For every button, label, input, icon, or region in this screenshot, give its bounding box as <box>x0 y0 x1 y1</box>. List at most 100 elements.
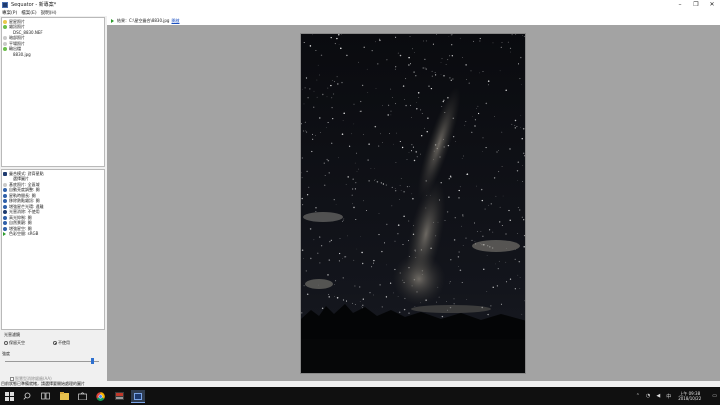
windows-start-icon[interactable] <box>4 391 14 401</box>
star <box>421 135 423 137</box>
star <box>474 241 476 242</box>
star <box>331 142 333 144</box>
star <box>448 35 450 37</box>
people-icon[interactable]: ⌃ <box>636 393 640 399</box>
tree-item-output[interactable]: 輸出檔 <box>3 46 21 52</box>
star <box>520 56 522 59</box>
menu-help[interactable]: 說明(H) <box>39 10 59 16</box>
star <box>382 183 385 185</box>
input-method-icon[interactable]: 中 <box>666 393 671 400</box>
network-icon[interactable]: ◔ <box>646 393 650 399</box>
composition-panel: 光害濾鏡 保留天空 不使用 強度 智慧型消除鋸齒(AA) 開始 <box>1 332 105 394</box>
star <box>361 251 363 254</box>
search-icon[interactable] <box>22 391 32 401</box>
star <box>414 306 416 308</box>
star <box>483 268 485 270</box>
setting-label: 色彩空間: sRGB <box>9 231 39 237</box>
menu-file[interactable]: 檔案(E) <box>19 10 38 16</box>
file-tree: 星星照片 雜訊照片 DSC_8830.NEF 暗部照片 平場照片 輸出檔 883… <box>1 17 105 167</box>
star <box>342 120 344 121</box>
star <box>370 168 372 169</box>
star <box>476 231 478 232</box>
star <box>516 170 519 172</box>
star <box>418 97 420 99</box>
star <box>486 290 488 292</box>
radio-keep-sky[interactable] <box>4 341 8 345</box>
star <box>449 77 451 79</box>
star <box>490 203 492 205</box>
star <box>514 125 516 126</box>
star <box>402 244 404 246</box>
strength-slider-track[interactable] <box>5 361 99 362</box>
sequator-taskbar-button[interactable] <box>131 390 145 403</box>
star <box>408 56 410 59</box>
close-button[interactable]: ✕ <box>704 0 720 9</box>
star <box>395 66 397 68</box>
star <box>416 156 418 158</box>
clock[interactable]: 上午 09:38 2018/10/22 <box>678 391 701 402</box>
star <box>494 116 496 117</box>
option-keep-sky[interactable]: 保留天空 <box>4 340 25 346</box>
setting-color-space[interactable]: 色彩空間: sRGB <box>3 231 39 238</box>
tree-item-noise-images[interactable]: 雜訊照片 <box>3 24 25 30</box>
star <box>514 288 516 290</box>
star <box>473 40 475 42</box>
radio-none[interactable] <box>53 341 57 345</box>
star <box>319 236 321 238</box>
star <box>434 74 437 76</box>
system-tray: ⌃ ◔ ◀ 中 上午 09:38 2018/10/22 ▭ <box>633 387 720 405</box>
star <box>336 297 339 299</box>
app-photo-icon[interactable] <box>114 391 124 401</box>
open-link[interactable]: 開啟 <box>171 18 179 24</box>
star <box>306 194 309 196</box>
star <box>345 183 347 185</box>
menu-project[interactable]: 專案(P) <box>0 10 19 16</box>
star <box>403 215 405 217</box>
chrome-icon[interactable] <box>95 391 105 401</box>
star <box>449 282 450 284</box>
volume-icon[interactable]: ◀ <box>656 393 660 399</box>
option-none[interactable]: 不使用 <box>53 340 70 346</box>
star <box>328 172 330 174</box>
star <box>482 235 484 237</box>
minimize-button[interactable]: – <box>672 0 688 9</box>
title-bar: Sequator - 新專案* – ❐ ✕ <box>0 0 720 9</box>
star <box>379 284 381 286</box>
star <box>321 307 324 310</box>
star <box>521 138 523 140</box>
star <box>413 71 415 73</box>
star <box>403 190 405 193</box>
strength-slider-thumb[interactable] <box>91 358 95 364</box>
star <box>511 34 513 36</box>
star <box>413 159 416 162</box>
star <box>319 74 320 76</box>
star <box>498 150 499 152</box>
task-view-icon[interactable] <box>40 391 50 401</box>
star <box>313 106 315 108</box>
star <box>306 293 309 295</box>
star <box>516 126 518 128</box>
tree-item-output-file[interactable]: 8830.jpg <box>13 52 31 57</box>
store-icon[interactable] <box>77 391 87 401</box>
star <box>335 280 337 282</box>
file-explorer-icon[interactable] <box>59 391 69 401</box>
star <box>338 157 339 159</box>
star <box>341 34 342 35</box>
star <box>372 294 374 296</box>
star <box>399 199 400 200</box>
maximize-button[interactable]: ❐ <box>688 0 704 9</box>
star <box>517 233 519 234</box>
star <box>525 42 526 43</box>
folder-icon <box>3 25 7 29</box>
star <box>479 37 481 40</box>
star <box>356 248 358 250</box>
star <box>305 77 308 79</box>
settings-icon <box>3 182 7 187</box>
star <box>424 58 426 60</box>
star <box>468 82 470 84</box>
notification-icon[interactable]: ▭ <box>712 393 717 399</box>
star <box>417 92 420 94</box>
star <box>443 99 445 101</box>
star <box>514 258 516 260</box>
star <box>498 260 500 262</box>
